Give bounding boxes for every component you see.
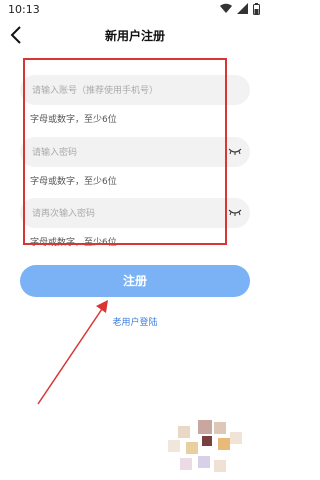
blurred-mosaic (168, 420, 248, 480)
annotation-arrow (37, 300, 108, 405)
